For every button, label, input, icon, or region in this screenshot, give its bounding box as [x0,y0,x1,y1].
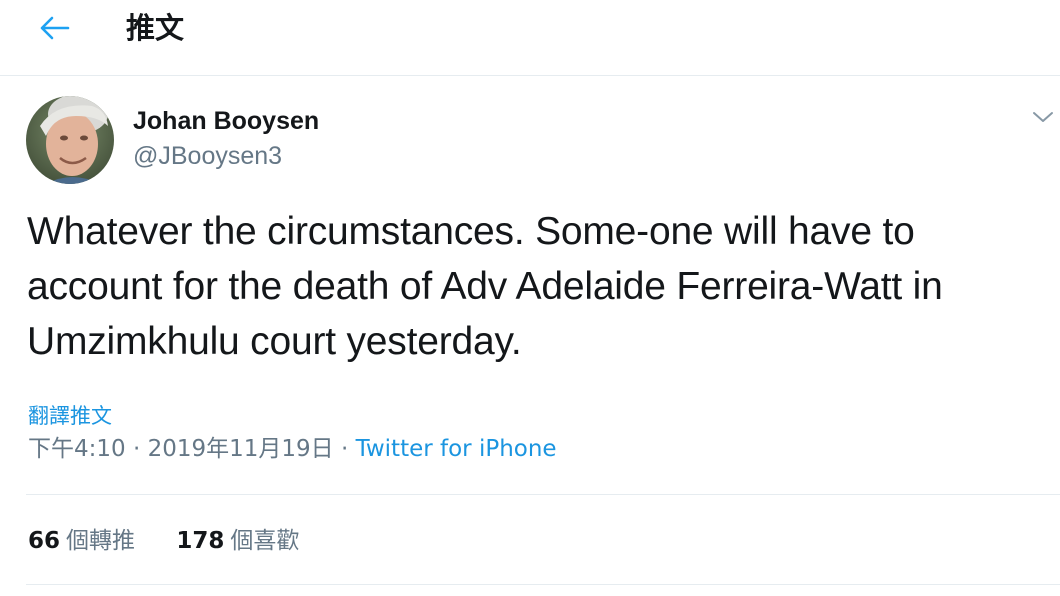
retweets-stat[interactable]: 66 個轉推 [28,524,135,558]
likes-count: 178 [176,528,225,554]
meta-separator: · [125,436,148,462]
tweet-page: 推文 Johan Booysen @JBooysen3 Whatever the [0,0,1060,596]
back-button[interactable] [32,8,76,48]
chevron-down-icon [1033,112,1053,122]
tweet-stats: 66 個轉推 178 個喜歡 [28,524,333,558]
retweets-count: 66 [28,528,61,554]
tweet-metadata: 下午4:10 · 2019年11月19日 · Twitter for iPhon… [28,432,557,466]
more-options-button[interactable] [1028,104,1058,130]
avatar[interactable] [26,96,114,184]
page-title: 推文 [126,11,185,45]
author-handle[interactable]: @JBooysen3 [133,140,282,172]
tweet-time[interactable]: 下午4:10 [28,436,126,462]
profile-photo [26,96,114,184]
tweet-source-link[interactable]: Twitter for iPhone [356,436,557,462]
likes-label: 個喜歡 [230,528,300,554]
meta-separator: · [333,436,356,462]
translate-tweet-link[interactable]: 翻譯推文 [28,402,112,430]
tweet-date[interactable]: 2019年11月19日 [148,436,334,462]
page-header: 推文 [0,0,1060,76]
tweet-text: Whatever the circumstances. Some-one wil… [27,210,943,363]
divider [26,494,1060,495]
arrow-left-icon [40,16,70,40]
author-name[interactable]: Johan Booysen [133,105,319,137]
divider [26,584,1060,585]
retweets-label: 個轉推 [66,528,136,554]
likes-stat[interactable]: 178 個喜歡 [176,524,299,558]
